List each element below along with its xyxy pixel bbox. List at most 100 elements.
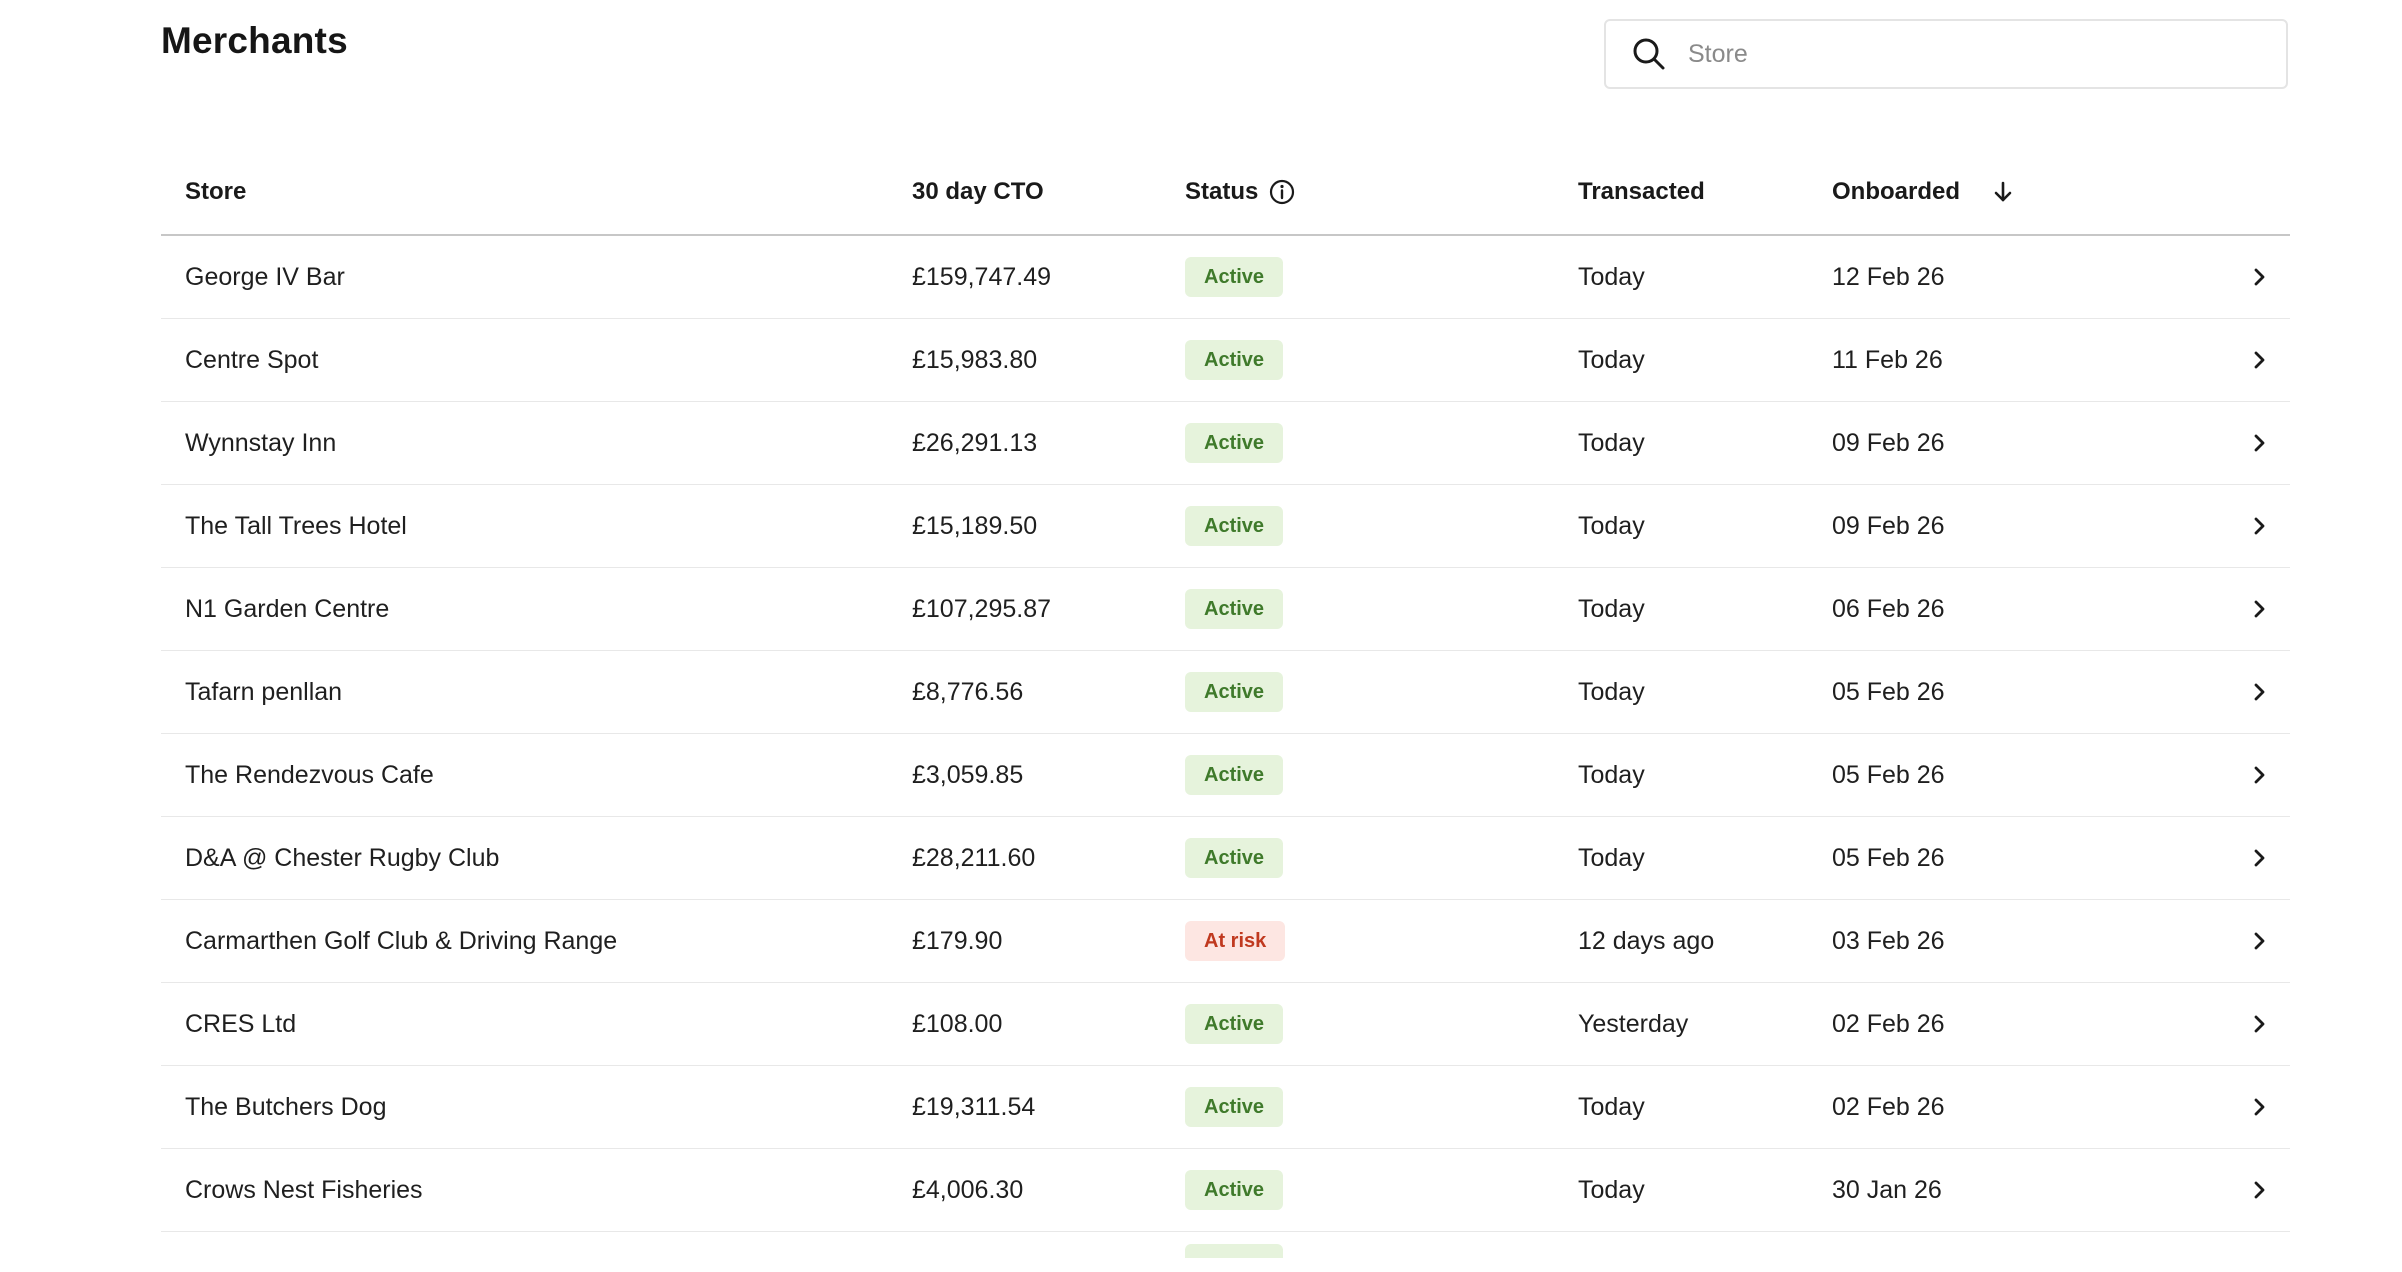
table-row[interactable]: The Butchers Dog £19,311.54 Active Today 02 … [161, 1065, 2290, 1149]
cell-store: D&A @ Chester Rugby Club [161, 816, 912, 900]
status-badge: Active [1185, 755, 1284, 795]
cell-onboarded: 09 Feb 26 [1832, 484, 2212, 568]
chevron-right-icon[interactable] [2212, 1178, 2290, 1202]
table-row[interactable]: Crows Nest Fisheries £4,006.30 Active Today… [161, 1148, 2290, 1232]
page-header: Merchants [161, 0, 2290, 140]
status-badge: Active [1185, 423, 1284, 463]
table-row[interactable]: Wynnstay Inn £26,291.13 Active Today 09 Feb … [161, 401, 2290, 485]
table-row[interactable]: The Tall Trees Hotel £15,189.50 Active Toda… [161, 484, 2290, 568]
status-badge: Active [1185, 672, 1284, 712]
cell-partial [1578, 1232, 1832, 1272]
column-header-onboarded[interactable]: Onboarded [1832, 150, 2212, 236]
cell-store: The Rendezvous Cafe [161, 733, 912, 817]
cell-status: Active [1185, 650, 1578, 734]
cell-onboarded: 30 Jan 26 [1832, 1148, 2212, 1232]
cell-open[interactable] [2212, 1148, 2290, 1232]
cell-status: Active [1185, 318, 1578, 402]
column-header-store-label: Store [185, 178, 247, 205]
merchants-table: Store 30 day CTO Status Transacted Onboa… [161, 150, 2290, 1272]
arrow-down-icon[interactable] [1992, 180, 2014, 204]
cell-open[interactable] [2212, 401, 2290, 485]
table-row[interactable]: N1 Garden Centre £107,295.87 Active Today 06… [161, 567, 2290, 651]
cell-transacted: Today [1578, 1148, 1832, 1232]
cell-cto: £107,295.87 [912, 567, 1185, 651]
cell-store: Tafarn penllan [161, 650, 912, 734]
search-box[interactable] [1604, 19, 2288, 89]
cell-partial [161, 1232, 912, 1272]
cell-open[interactable] [2212, 650, 2290, 734]
column-header-onboarded-label: Onboarded [1832, 178, 1961, 205]
cell-open[interactable] [2212, 318, 2290, 402]
chevron-right-icon[interactable] [2212, 431, 2290, 455]
chevron-right-icon[interactable] [2212, 265, 2290, 289]
cell-transacted: 12 days ago [1578, 899, 1832, 983]
table-row[interactable]: Tafarn penllan £8,776.56 Active Today 05 Feb… [161, 650, 2290, 734]
cell-store: Wynnstay Inn [161, 401, 912, 485]
info-icon[interactable] [1268, 178, 1296, 206]
cell-cto: £4,006.30 [912, 1148, 1185, 1232]
chevron-right-icon[interactable] [2212, 1095, 2290, 1119]
status-badge: Active [1185, 506, 1284, 546]
status-badge: At risk [1185, 921, 1286, 961]
cell-open[interactable] [2212, 235, 2290, 319]
cell-store: N1 Garden Centre [161, 567, 912, 651]
cell-onboarded: 02 Feb 26 [1832, 982, 2212, 1066]
column-header-cto[interactable]: 30 day CTO [912, 150, 1185, 236]
cell-store: The Butchers Dog [161, 1065, 912, 1149]
table-body: George IV Bar £159,747.49 Active Today 12 Fe… [161, 235, 2290, 1272]
table-row-partial[interactable] [161, 1232, 2290, 1272]
column-header-actions [2212, 150, 2290, 236]
chevron-right-icon[interactable] [2212, 348, 2290, 372]
table-row[interactable]: The Rendezvous Cafe £3,059.85 Active Today 0… [161, 733, 2290, 817]
cell-cto: £15,189.50 [912, 484, 1185, 568]
cell-transacted: Yesterday [1578, 982, 1832, 1066]
cell-cto: £19,311.54 [912, 1065, 1185, 1149]
column-header-status[interactable]: Status [1185, 150, 1578, 236]
cell-cto: £3,059.85 [912, 733, 1185, 817]
cell-transacted: Today [1578, 650, 1832, 734]
cell-open[interactable] [2212, 484, 2290, 568]
table-row[interactable]: George IV Bar £159,747.49 Active Today 12 Fe… [161, 235, 2290, 319]
table-row[interactable]: Carmarthen Golf Club & Driving Range £179… [161, 899, 2290, 983]
column-header-store[interactable]: Store [161, 150, 912, 236]
cell-store: Centre Spot [161, 318, 912, 402]
page-title: Merchants [161, 20, 348, 61]
cell-partial [912, 1232, 1185, 1272]
cell-transacted: Today [1578, 318, 1832, 402]
chevron-right-icon[interactable] [2212, 763, 2290, 787]
cell-status: Active [1185, 1065, 1578, 1149]
chevron-right-icon[interactable] [2212, 680, 2290, 704]
cell-status: Active [1185, 235, 1578, 319]
table-row[interactable]: D&A @ Chester Rugby Club £28,211.60 Active… [161, 816, 2290, 900]
cell-open[interactable] [2212, 733, 2290, 817]
cell-onboarded: 09 Feb 26 [1832, 401, 2212, 485]
cell-transacted: Today [1578, 484, 1832, 568]
cell-status: Active [1185, 401, 1578, 485]
table-row[interactable]: CRES Ltd £108.00 Active Yesterday 02 Feb 26 [161, 982, 2290, 1066]
cell-store: George IV Bar [161, 235, 912, 319]
search-icon [1632, 37, 1666, 71]
column-header-transacted-label: Transacted [1578, 178, 1705, 205]
cell-transacted: Today [1578, 1065, 1832, 1149]
chevron-right-icon[interactable] [2212, 1012, 2290, 1036]
column-header-transacted[interactable]: Transacted [1578, 150, 1832, 236]
cell-open[interactable] [2212, 982, 2290, 1066]
chevron-right-icon[interactable] [2212, 846, 2290, 870]
chevron-right-icon[interactable] [2212, 597, 2290, 621]
cell-status: Active [1185, 1148, 1578, 1232]
table-row[interactable]: Centre Spot £15,983.80 Active Today 11 Feb 2… [161, 318, 2290, 402]
chevron-right-icon[interactable] [2212, 929, 2290, 953]
cell-status: Active [1185, 733, 1578, 817]
cell-onboarded: 02 Feb 26 [1832, 1065, 2212, 1149]
cell-open[interactable] [2212, 899, 2290, 983]
search-input[interactable] [1686, 38, 2250, 70]
status-badge: Active [1185, 838, 1284, 878]
cell-open[interactable] [2212, 567, 2290, 651]
cell-store: The Tall Trees Hotel [161, 484, 912, 568]
table-header-row: Store 30 day CTO Status Transacted Onboa… [161, 150, 2290, 236]
cell-open[interactable] [2212, 1065, 2290, 1149]
cell-open[interactable] [2212, 816, 2290, 900]
merchants-page: Merchants Store 30 day CTO [161, 0, 2290, 1272]
cell-status: At risk [1185, 899, 1578, 983]
chevron-right-icon[interactable] [2212, 514, 2290, 538]
